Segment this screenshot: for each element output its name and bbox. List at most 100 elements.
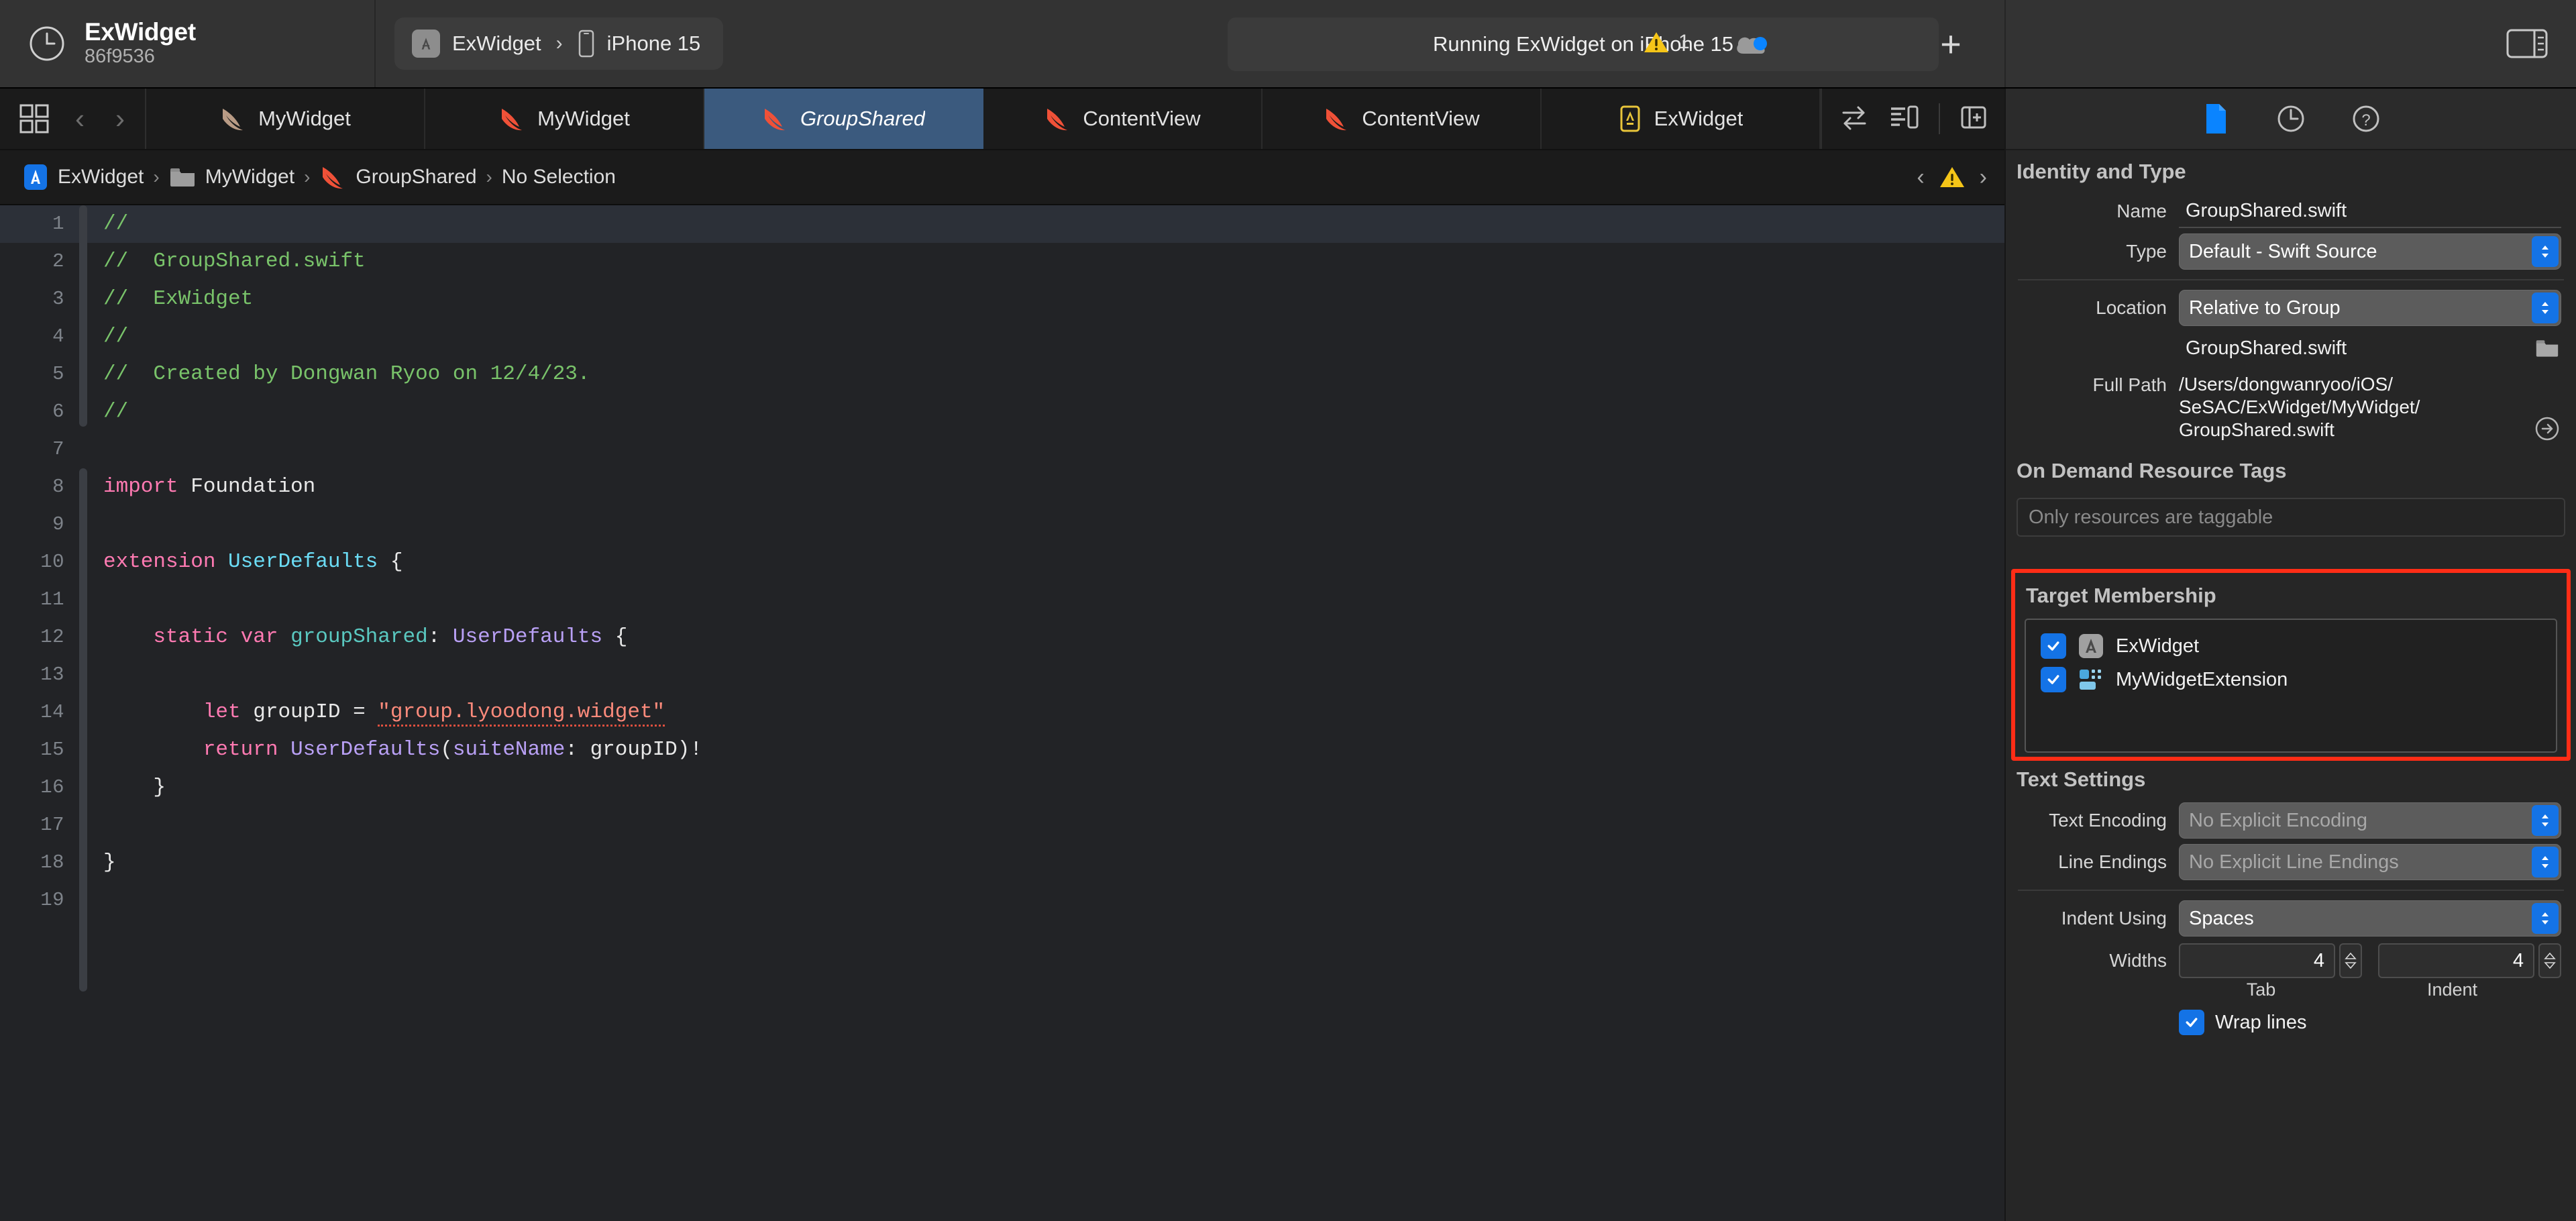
previous-issue-button[interactable]: ‹ [1917, 166, 1924, 189]
odr-tags-field[interactable]: Only resources are taggable [2017, 498, 2565, 537]
code-line[interactable] [103, 882, 2004, 919]
code-line[interactable]: import Foundation [103, 468, 2004, 506]
warning-indicator[interactable]: 1 [1644, 31, 1690, 54]
code-line[interactable]: return UserDefaults(suiteName: groupID)! [103, 731, 2004, 769]
swift-file-icon [498, 106, 525, 131]
editor-grid-icon[interactable] [19, 103, 50, 134]
choose-folder-button[interactable] [2533, 338, 2561, 358]
line-number: 18 [40, 851, 64, 873]
app-target-icon [2078, 633, 2104, 659]
code-line[interactable]: } [103, 769, 2004, 806]
history-inspector-icon[interactable] [2275, 102, 2306, 136]
code-line[interactable] [103, 656, 2004, 694]
type-value: Default - Swift Source [2189, 240, 2377, 262]
code-line[interactable] [103, 506, 2004, 543]
code-line[interactable] [103, 806, 2004, 844]
target-membership-row-mywidgetextension[interactable]: MyWidgetExtension [2026, 663, 2556, 696]
warning-triangle-icon [1644, 31, 1669, 54]
code-line[interactable]: // [103, 393, 2004, 431]
tab-label: ContentView [1083, 107, 1201, 130]
wrap-lines-row[interactable]: Wrap lines [2006, 1000, 2576, 1036]
swift-file-icon [761, 106, 788, 131]
tab-forward-button[interactable]: › [110, 105, 130, 133]
tab-bar-right-controls [1821, 89, 2004, 149]
code-line[interactable]: // ExWidget [103, 280, 2004, 318]
warning-triangle-icon[interactable] [1939, 166, 1965, 189]
line-endings-label: Line Endings [2058, 851, 2167, 873]
code-folding-ribbon[interactable] [75, 205, 90, 1221]
code-text[interactable]: // // GroupShared.swift // ExWidget // // Cr… [90, 205, 2004, 1221]
swift-file-icon [319, 164, 346, 190]
inspector-panel-toggle-icon[interactable] [2506, 28, 2548, 59]
cloud-status-icon[interactable] [1734, 30, 1770, 56]
tab-groupshared[interactable]: GroupShared [704, 89, 983, 149]
tab-width-stepper[interactable] [2339, 943, 2362, 979]
code-line[interactable]: // [103, 205, 2004, 243]
line-endings-select[interactable]: No Explicit Line Endings [2179, 844, 2561, 881]
type-select[interactable]: Default - Swift Source [2179, 233, 2561, 270]
code-line[interactable]: // Created by Dongwan Ryoo on 12/4/23. [103, 356, 2004, 393]
line-number: 8 [52, 476, 64, 498]
code-line[interactable] [103, 431, 2004, 468]
reveal-in-finder-button[interactable] [2533, 416, 2561, 441]
indent-width-stepper[interactable] [2538, 943, 2561, 979]
code-token: // GroupShared.swift [103, 250, 366, 273]
code-line[interactable]: let groupID = "group.lyoodong.widget" [103, 694, 2004, 731]
code-line[interactable]: } [103, 844, 2004, 882]
editor-column: ‹ › MyWidget MyWidget GroupShared Conten… [0, 89, 2004, 1221]
chevron-updown-icon [2532, 236, 2559, 267]
code-token: let [203, 700, 241, 724]
text-encoding-select[interactable]: No Explicit Encoding [2179, 802, 2561, 839]
line-number: 11 [40, 588, 64, 610]
code-line[interactable] [103, 581, 2004, 619]
location-select[interactable]: Relative to Group [2179, 290, 2561, 326]
breadcrumb-mywidget[interactable]: MyWidget [169, 166, 294, 189]
tab-mywidget-2[interactable]: MyWidget [425, 89, 704, 149]
breadcrumb-label: GroupShared [356, 166, 477, 188]
breadcrumb-groupshared[interactable]: GroupShared [319, 164, 477, 190]
file-inspector-panel: ? Identity and Type Name GroupShared.swi… [2004, 89, 2576, 1221]
code-line[interactable]: extension UserDefaults { [103, 543, 2004, 581]
tab-mywidget-1[interactable]: MyWidget [146, 89, 425, 149]
scheme-name[interactable]: ExWidget [452, 32, 541, 56]
add-editor-icon[interactable] [1960, 104, 1987, 134]
tab-back-button[interactable]: ‹ [70, 105, 90, 133]
code-line[interactable]: // GroupShared.swift [103, 243, 2004, 280]
tab-width-input[interactable]: 4 [2179, 943, 2335, 979]
checkbox-checked-icon[interactable] [2179, 1010, 2204, 1036]
breadcrumb-no-selection[interactable]: No Selection [502, 166, 616, 189]
target-membership-list[interactable]: ExWidget MyWidgetExtension [2025, 619, 2557, 753]
code-line[interactable]: // [103, 318, 2004, 356]
line-number: 9 [52, 513, 64, 535]
code-line[interactable]: static var groupShared: UserDefaults { [103, 619, 2004, 656]
scheme-destination-chip[interactable]: ExWidget › iPhone 15 [394, 17, 724, 70]
indent-using-select[interactable]: Spaces [2179, 900, 2561, 937]
quick-help-inspector-icon[interactable]: ? [2351, 102, 2381, 136]
indent-width-input[interactable]: 4 [2378, 943, 2534, 979]
tab-exwidget[interactable]: ExWidget [1542, 89, 1821, 149]
target-membership-heading: Target Membership [2026, 584, 2216, 608]
next-issue-button[interactable]: › [1980, 166, 1987, 189]
checkbox-checked-icon[interactable] [2041, 667, 2066, 693]
full-path-label: Full Path [2092, 374, 2167, 395]
breadcrumb-exwidget[interactable]: ExWidget [23, 163, 144, 191]
wrap-lines-label: Wrap lines [2215, 1011, 2307, 1033]
name-field[interactable]: GroupShared.swift [2179, 195, 2561, 228]
breadcrumb-separator: › [486, 166, 492, 187]
tab-contentview-2[interactable]: ContentView [1263, 89, 1542, 149]
tab-label: ContentView [1362, 107, 1480, 130]
minimap-icon[interactable] [1889, 104, 1919, 134]
target-membership-row-exwidget[interactable]: ExWidget [2026, 629, 2556, 663]
add-editor-button[interactable]: + [1932, 25, 1970, 63]
issue-navigation-controls: ‹ › [1917, 150, 1987, 204]
source-code-editor[interactable]: 1 2 3 4 5 6 7 8 9 10 11 12 13 14 15 16 17 18 19 //// Group… [0, 205, 2004, 1221]
run-destination[interactable]: iPhone 15 [607, 32, 701, 56]
code-review-swap-icon[interactable] [1839, 104, 1869, 134]
activity-status-bar[interactable]: Running ExWidget on iPhone 15 [1228, 17, 1939, 71]
project-commit-hash: 86f9536 [85, 46, 155, 68]
checkbox-checked-icon[interactable] [2041, 633, 2066, 659]
file-inspector-icon[interactable] [2200, 102, 2231, 136]
tab-contentview-1[interactable]: ContentView [983, 89, 1263, 149]
